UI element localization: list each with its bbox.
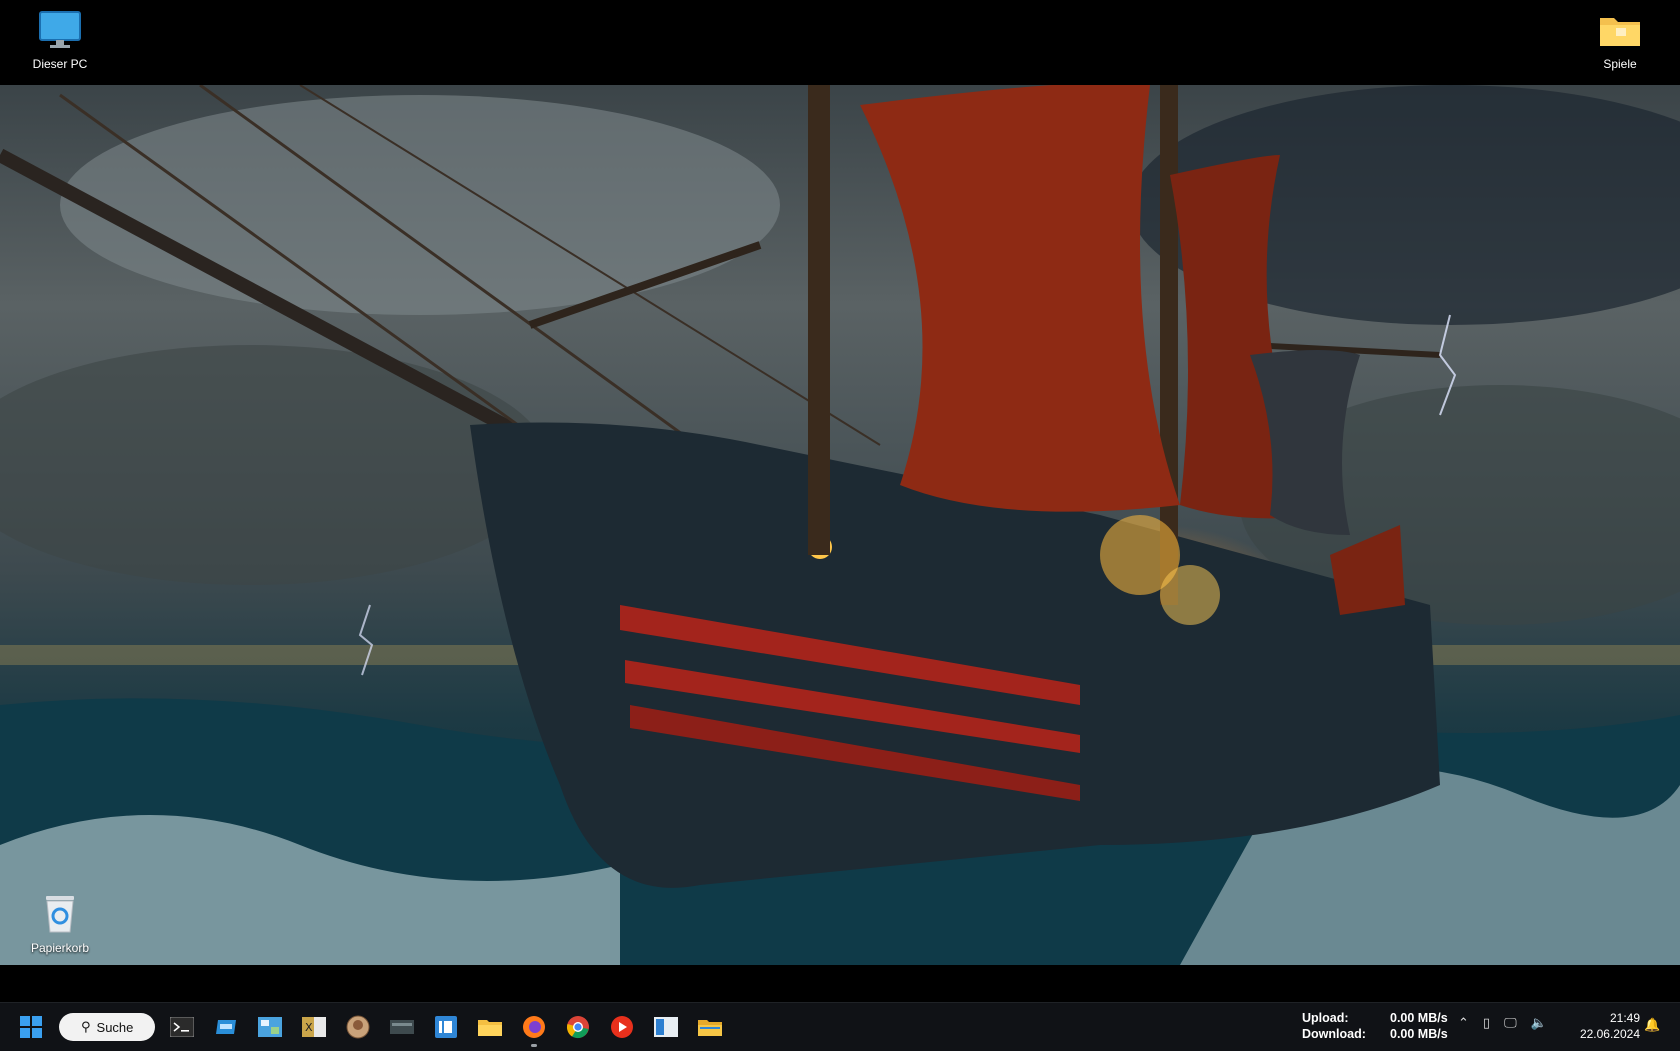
taskbar-app-media-player[interactable] <box>605 1011 639 1043</box>
recycle-bin-icon <box>46 896 74 933</box>
desktop-icon-games-folder[interactable]: Spiele <box>1580 10 1660 71</box>
clock-date: 22.06.2024 <box>1579 1027 1640 1041</box>
search-icon: ⚲ <box>81 1019 91 1034</box>
terminal-icon <box>170 1017 194 1037</box>
volume-icon[interactable]: 🔈 <box>1531 1015 1547 1031</box>
monitor-app-icon <box>390 1020 414 1034</box>
taskbar-app-file-explorer[interactable] <box>473 1011 507 1043</box>
folder-icon <box>698 1020 722 1036</box>
taskbar-search[interactable]: ⚲ Suche <box>59 1013 155 1041</box>
download-value: 0.00 MB/s <box>1390 1027 1448 1041</box>
drive-app-icon <box>216 1020 236 1034</box>
chrome-icon <box>566 1016 589 1039</box>
taskbar-app-control-panel[interactable] <box>253 1011 287 1043</box>
window-app-icon <box>654 1017 678 1037</box>
clock-time: 21:49 <box>1609 1011 1640 1025</box>
taskbar-app-spreadsheet[interactable]: X <box>297 1011 331 1043</box>
id-app-icon <box>435 1016 457 1038</box>
taskbar-app-avatar[interactable] <box>341 1011 375 1043</box>
usb-icon[interactable]: ▯ <box>1483 1015 1490 1031</box>
start-button[interactable] <box>14 1011 48 1043</box>
svg-text:X: X <box>305 1021 313 1034</box>
taskbar: ⚲ Suche X Upload: 0.00 MB/s Download: 0.… <box>0 1002 1680 1051</box>
windows-logo-icon <box>20 1016 42 1038</box>
pirate-ship-wallpaper-art <box>0 85 1680 965</box>
taskbar-app-drive[interactable] <box>209 1011 243 1043</box>
taskbar-app-chrome[interactable] <box>561 1011 595 1043</box>
desktop-icon-label: Dieser PC <box>32 57 88 71</box>
network-monitor: Upload: 0.00 MB/s Download: 0.00 MB/s <box>1302 1010 1448 1042</box>
chevron-up-icon[interactable]: ⌃ <box>1458 1015 1469 1031</box>
taskbar-app-window[interactable] <box>649 1011 683 1043</box>
desktop-icon-label: Spiele <box>1603 57 1637 71</box>
folder-icon <box>1600 18 1640 46</box>
taskbar-app-folder[interactable] <box>693 1011 727 1043</box>
running-indicator <box>531 1044 537 1047</box>
upload-value: 0.00 MB/s <box>1390 1011 1448 1025</box>
upload-label: Upload: <box>1302 1011 1349 1025</box>
search-label: Suche <box>96 1019 134 1035</box>
download-label: Download: <box>1302 1027 1366 1041</box>
firefox-icon <box>523 1016 545 1038</box>
taskbar-app-firefox[interactable] <box>517 1011 551 1047</box>
taskbar-app-id[interactable] <box>429 1011 463 1043</box>
notification-bell-icon[interactable]: 🔔 <box>1644 1017 1660 1033</box>
desktop-wallpaper <box>0 85 1680 965</box>
media-player-icon <box>611 1016 633 1038</box>
taskbar-app-terminal[interactable] <box>165 1011 199 1043</box>
file-explorer-icon <box>478 1020 502 1036</box>
spreadsheet-icon: X <box>302 1017 326 1037</box>
taskbar-app-monitor[interactable] <box>385 1011 419 1043</box>
desktop-icon-recycle-bin[interactable]: Papierkorb <box>20 892 100 955</box>
control-panel-icon <box>258 1017 282 1037</box>
monitor-icon <box>39 11 81 48</box>
desktop-icon-this-pc[interactable]: Dieser PC <box>20 10 100 71</box>
avatar-app-icon <box>346 1015 370 1039</box>
system-tray: ⌃ ▯ 🖵 🔈 <box>1458 1015 1547 1031</box>
network-icon[interactable]: 🖵 <box>1504 1015 1517 1031</box>
taskbar-clock[interactable]: 21:49 22.06.2024 <box>1574 1010 1640 1042</box>
desktop-icon-label: Papierkorb <box>30 941 90 955</box>
